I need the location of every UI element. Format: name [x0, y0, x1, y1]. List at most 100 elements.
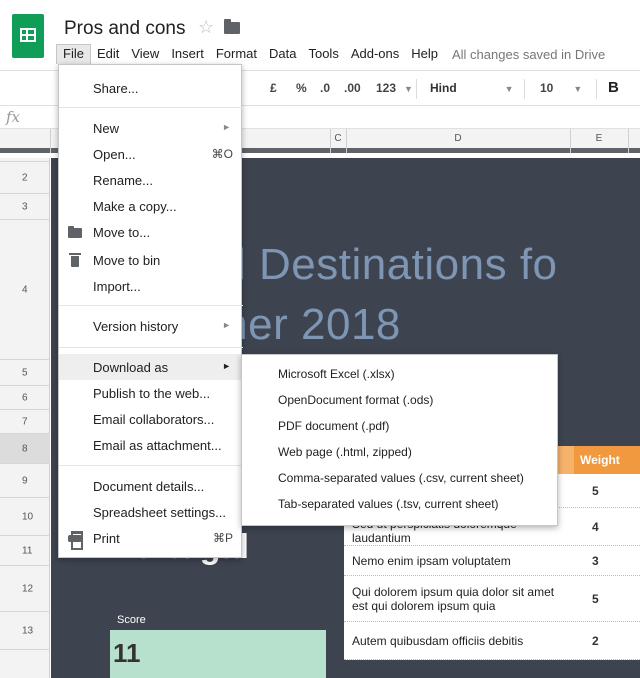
row-header[interactable]: 4	[0, 220, 50, 360]
menu-insert[interactable]: Insert	[165, 44, 210, 64]
download-xlsx[interactable]: Microsoft Excel (.xlsx)	[242, 361, 559, 387]
menu-item-document-details[interactable]: Document details...	[59, 473, 243, 499]
row-header[interactable]: 10	[0, 498, 50, 536]
row-header[interactable]: 12	[0, 566, 50, 612]
row-header[interactable]: 6	[0, 386, 50, 410]
download-pdf[interactable]: PDF document (.pdf)	[242, 413, 559, 439]
pro-text: Autem quibusdam officiis debitis	[352, 633, 524, 648]
menu-item-label: Spreadsheet settings...	[93, 505, 226, 520]
download-csv[interactable]: Comma-separated values (.csv, current sh…	[242, 465, 559, 491]
menu-item-label: Download as	[93, 360, 169, 375]
table-row[interactable]: Qui dolorem ipsum quia dolor sit amet es…	[344, 576, 640, 622]
row-header[interactable]: 11	[0, 536, 50, 566]
column-header-d[interactable]: D	[347, 133, 569, 144]
menu-item-label: Email collaborators...	[93, 412, 215, 427]
menu-item-download-as[interactable]: Download as ►	[59, 354, 243, 380]
row-header[interactable]: 9	[0, 464, 50, 498]
menu-item-new[interactable]: New ►	[59, 115, 243, 141]
pro-weight: 4	[592, 519, 599, 534]
download-ods[interactable]: OpenDocument format (.ods)	[242, 387, 559, 413]
menu-data[interactable]: Data	[263, 44, 302, 64]
submenu-arrow-icon: ►	[222, 320, 231, 330]
row-number: 3	[22, 201, 28, 212]
menu-item-label: Web page (.html, zipped)	[278, 445, 412, 459]
menu-divider	[59, 347, 243, 348]
currency-button[interactable]: £	[270, 81, 277, 95]
menu-item-label: Make a copy...	[93, 199, 177, 214]
row-number: 7	[22, 416, 28, 427]
menu-item-label: Import...	[93, 279, 141, 294]
submenu-arrow-icon: ►	[222, 122, 231, 132]
printer-icon	[67, 530, 83, 550]
menu-item-label: Tab-separated values (.tsv, current shee…	[278, 497, 499, 511]
menu-item-spreadsheet-settings[interactable]: Spreadsheet settings...	[59, 499, 243, 525]
sheets-logo-icon[interactable]	[12, 14, 44, 58]
sheet-heading: el Destinations fo mer 2018	[211, 236, 558, 356]
menu-item-email-attachment[interactable]: Email as attachment...	[59, 432, 243, 458]
menu-item-import[interactable]: Import...	[59, 273, 243, 299]
download-tsv[interactable]: Tab-separated values (.tsv, current shee…	[242, 491, 559, 517]
font-label: Hind	[430, 81, 457, 95]
menu-item-label: Publish to the web...	[93, 386, 211, 401]
decrease-decimals-button[interactable]: .0	[320, 81, 330, 95]
menu-item-print[interactable]: Print ⌘P	[59, 525, 243, 551]
folder-icon[interactable]	[224, 19, 240, 34]
caret-down-icon: ▼	[404, 84, 413, 94]
row-header[interactable]: 7	[0, 410, 50, 434]
column-header-c[interactable]: C	[331, 133, 345, 144]
menu-item-rename[interactable]: Rename...	[59, 167, 243, 193]
menu-item-label: Comma-separated values (.csv, current sh…	[278, 471, 524, 485]
score-value: 11	[113, 638, 141, 668]
menu-item-email-collaborators[interactable]: Email collaborators...	[59, 406, 243, 432]
row-header[interactable]: 8	[0, 434, 50, 464]
menu-item-label: Open...	[93, 147, 136, 162]
star-icon[interactable]: ☆	[198, 17, 214, 38]
menu-format[interactable]: Format	[210, 44, 263, 64]
menu-item-move-to[interactable]: Move to...	[59, 219, 243, 245]
row-header[interactable]: 13	[0, 612, 50, 650]
weight-header[interactable]: Weight	[574, 446, 640, 474]
menu-help[interactable]: Help	[405, 44, 444, 64]
row-headers: 2 3 4 5 6 7 8 9 10 11 12 13	[0, 158, 50, 678]
menu-tools[interactable]: Tools	[302, 44, 344, 64]
menu-file[interactable]: File	[56, 44, 91, 64]
download-html[interactable]: Web page (.html, zipped)	[242, 439, 559, 465]
menu-edit[interactable]: Edit	[91, 44, 125, 64]
column-header-e[interactable]: E	[571, 133, 627, 144]
row-number: 12	[22, 583, 34, 594]
table-row[interactable]: Autem quibusdam officiis debitis 2	[344, 622, 640, 660]
save-status[interactable]: All changes saved in Drive	[452, 47, 605, 62]
score-cell[interactable]	[110, 630, 326, 678]
menu-item-label: Version history	[93, 319, 179, 334]
row-number: 5	[22, 367, 28, 378]
font-select[interactable]: Hind ▼	[430, 81, 514, 95]
row-header[interactable]: 2	[0, 162, 50, 194]
number-format-button[interactable]: 123 ▼	[376, 81, 413, 95]
menu-view[interactable]: View	[125, 44, 165, 64]
pro-weight: 5	[592, 591, 599, 606]
row-header[interactable]: 5	[0, 360, 50, 386]
heading-line-1: el Destinations fo	[211, 240, 558, 289]
pro-text: Nemo enim ipsam voluptatem	[352, 553, 511, 568]
increase-decimals-button[interactable]: .00	[344, 81, 361, 95]
column-divider	[50, 129, 51, 153]
percent-button[interactable]: %	[296, 81, 307, 95]
menu-item-move-to-bin[interactable]: Move to bin	[59, 247, 243, 273]
menu-item-share[interactable]: Share...	[59, 75, 243, 101]
menu-add-ons[interactable]: Add-ons	[345, 44, 405, 64]
document-title[interactable]: Pros and cons	[64, 18, 185, 40]
menu-item-publish[interactable]: Publish to the web...	[59, 380, 243, 406]
column-divider	[628, 129, 629, 153]
menu-item-version-history[interactable]: Version history ►	[59, 313, 243, 339]
font-size-select[interactable]: 10 ▼	[540, 81, 582, 95]
row-header[interactable]: 3	[0, 194, 50, 220]
menu-item-make-copy[interactable]: Make a copy...	[59, 193, 243, 219]
menu-bar: File Edit View Insert Format Data Tools …	[56, 44, 605, 64]
table-row[interactable]: Nemo enim ipsam voluptatem 3	[344, 546, 640, 576]
menu-item-label: Document details...	[93, 479, 205, 494]
number-format-label: 123	[376, 81, 397, 95]
shortcut-label: ⌘O	[211, 147, 233, 161]
row-number: 8	[22, 443, 28, 454]
menu-item-open[interactable]: Open... ⌘O	[59, 141, 243, 167]
bold-button[interactable]: B	[608, 79, 619, 96]
